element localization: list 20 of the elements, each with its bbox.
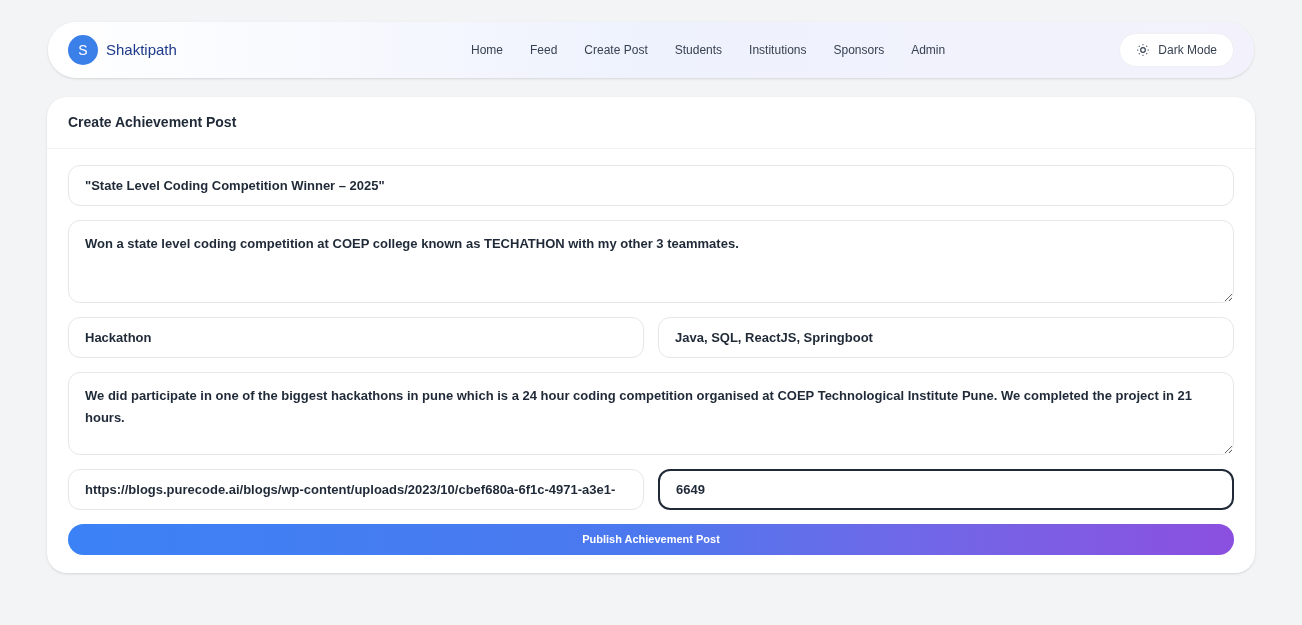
text-area[interactable]: We did participate in one of the biggest hackathons in pune which is a 24 hour coding competition organised at COEP Technological Institute Pune. We completed the project in 21 hours. bbox=[68, 372, 1234, 455]
card-title: Create Achievement Post bbox=[68, 113, 237, 132]
nav-link[interactable]: Students bbox=[674, 41, 723, 59]
text-field[interactable]: Hackathon bbox=[68, 317, 644, 358]
dark-mode-button[interactable]: Dark Mode bbox=[1119, 33, 1234, 67]
text-field[interactable]: 6649 bbox=[658, 469, 1234, 510]
nav-link[interactable]: Home bbox=[471, 41, 503, 59]
text-field[interactable]: https://blogs.purecode.ai/blogs/wp-content/uploads/2023/10/cbef680a-6f1c-4971-a3e1- bbox=[68, 469, 644, 510]
text-area[interactable]: Won a state level coding competition at COEP college known as TECHATHON with my other 3 teammates. bbox=[68, 220, 1234, 303]
publish-button[interactable]: Publish Achievement Post bbox=[68, 524, 1234, 555]
nav-link[interactable]: Institutions bbox=[749, 41, 807, 59]
text-field[interactable]: "State Level Coding Competition Winner – 2025" bbox=[68, 165, 1234, 206]
nav-link[interactable]: Admin bbox=[911, 41, 946, 59]
brand-name: Shaktipath bbox=[106, 39, 177, 60]
nav-link[interactable]: Sponsors bbox=[833, 41, 885, 59]
logo-badge: S bbox=[68, 35, 98, 65]
text-field[interactable]: Java, SQL, ReactJS, Springboot bbox=[658, 317, 1234, 358]
nav-link[interactable]: Feed bbox=[530, 41, 558, 59]
sun-icon bbox=[1136, 43, 1151, 57]
nav-link[interactable]: Create Post bbox=[584, 41, 648, 59]
